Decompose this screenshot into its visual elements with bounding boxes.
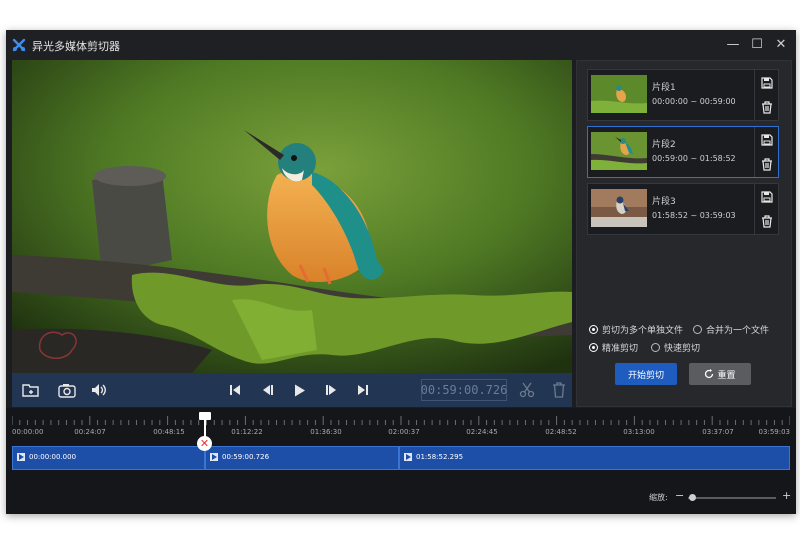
title-bar: 异光多媒体剪切器 — ☐ ✕ [6,30,796,60]
skip-end-icon[interactable] [354,381,372,399]
segment-start-time: 01:58:52.295 [416,453,464,461]
play-icon [404,453,412,461]
volume-icon[interactable] [90,381,108,399]
segment-label-group: 00:59:00.726 [210,453,269,461]
timeline[interactable]: 00:00:00 00:24:07 00:48:15 01:12:22 01:3… [6,408,796,514]
clip-item[interactable]: 片段3 01:58:52 ~ 03:59:03 [587,183,779,235]
tick-label: 01:12:22 [231,428,263,436]
option-precise[interactable]: 精准剪切 [589,341,638,354]
add-file-icon[interactable] [22,381,40,399]
tick-label: 01:36:30 [310,428,342,436]
radio-icon[interactable] [589,325,598,334]
play-icon [210,453,218,461]
tick-label: 02:48:52 [545,428,577,436]
trash-icon[interactable] [550,381,568,399]
clip-actions [754,184,779,234]
playhead-handle[interactable] [199,412,211,420]
radio-icon[interactable] [589,343,598,352]
tick-label: 03:59:03 [758,428,790,436]
radio-icon[interactable] [693,325,702,334]
delete-icon[interactable] [759,213,775,229]
save-icon[interactable] [759,132,775,148]
segment-start-time: 00:59:00.726 [222,453,270,461]
tick-label: 02:24:45 [466,428,498,436]
clip-item[interactable]: 片段1 00:00:00 ~ 00:59:00 [587,69,779,121]
time-ruler[interactable]: 00:00:00 00:24:07 00:48:15 01:12:22 01:3… [12,412,790,440]
zoom-out-button[interactable]: − [675,489,684,502]
playback-controls: 00:59:00.726 [12,373,572,407]
option-split-multi[interactable]: 剪切为多个单独文件 [589,323,683,336]
screenshot-icon[interactable] [58,381,76,399]
save-icon[interactable] [759,189,775,205]
timeline-segment[interactable]: 00:59:00.726 [205,446,399,470]
zoom-in-button[interactable]: + [782,489,791,502]
app-logo-icon [12,38,26,52]
delete-icon[interactable] [759,156,775,172]
option-label: 精准剪切 [602,344,639,354]
segment-start-time: 00:00:00.000 [29,453,77,461]
ruler-ticks [12,416,790,425]
minimize-button[interactable]: — [722,34,744,54]
zoom-slider-handle[interactable] [689,494,696,501]
reset-label: 重置 [717,370,736,381]
tick-label: 00:24:07 [74,428,106,436]
radio-icon[interactable] [651,343,660,352]
clip-time: 00:59:00 ~ 01:58:52 [652,154,736,163]
option-merge-one[interactable]: 合并为一个文件 [693,323,769,336]
clip-name: 片段2 [652,140,676,150]
tick-label: 03:13:00 [623,428,655,436]
delete-icon[interactable] [759,99,775,115]
clip-name: 片段1 [652,83,676,93]
clip-item[interactable]: 片段2 00:59:00 ~ 01:58:52 [587,126,779,178]
clip-panel: 片段1 00:00:00 ~ 00:59:00 片段2 00:59:00 ~ 0… [576,60,792,407]
app-window: 异光多媒体剪切器 — ☐ ✕ 00:59:00.726 片段1 00:00:00… [6,30,796,514]
video-frame-image [12,60,572,373]
clip-name: 片段3 [652,197,676,207]
timeline-segment[interactable]: 00:00:00.000 [12,446,205,470]
zoom-label: 缩放: [649,493,668,502]
save-icon[interactable] [759,75,775,91]
tick-label: 00:00:00 [12,428,44,436]
next-frame-icon[interactable] [323,381,341,399]
option-label: 合并为一个文件 [706,326,770,336]
remove-marker-icon[interactable]: ✕ [197,436,212,451]
tick-label: 03:37:07 [702,428,734,436]
clip-thumbnail [591,189,647,227]
play-icon [17,453,25,461]
segment-label-group: 00:00:00.000 [17,453,76,461]
segment-label-group: 01:58:52.295 [404,453,463,461]
tick-label: 02:00:37 [388,428,420,436]
clip-thumbnail [591,132,647,170]
clip-actions [754,70,779,120]
timecode-display: 00:59:00.726 [421,379,507,401]
clip-time: 00:00:00 ~ 00:59:00 [652,97,736,106]
clip-actions [754,127,779,177]
close-button[interactable]: ✕ [770,34,792,54]
option-label: 快速剪切 [664,344,701,354]
option-label: 剪切为多个单独文件 [602,326,684,336]
clip-thumbnail [591,75,647,113]
play-icon[interactable] [291,381,309,399]
skip-start-icon[interactable] [226,381,244,399]
zoom-slider-track[interactable] [688,497,776,499]
start-cut-button[interactable]: 开始剪切 [615,363,677,385]
prev-frame-icon[interactable] [258,381,276,399]
video-preview[interactable] [12,60,572,373]
scissors-icon[interactable] [518,381,536,399]
clip-time: 01:58:52 ~ 03:59:03 [652,211,736,220]
window-title: 异光多媒体剪切器 [32,40,120,53]
option-fast[interactable]: 快速剪切 [651,341,700,354]
reset-icon [705,369,714,379]
timeline-segment[interactable]: 01:58:52.295 [399,446,790,470]
reset-button[interactable]: 重置 [689,363,751,385]
maximize-button[interactable]: ☐ [746,34,768,54]
tick-label: 00:48:15 [153,428,185,436]
